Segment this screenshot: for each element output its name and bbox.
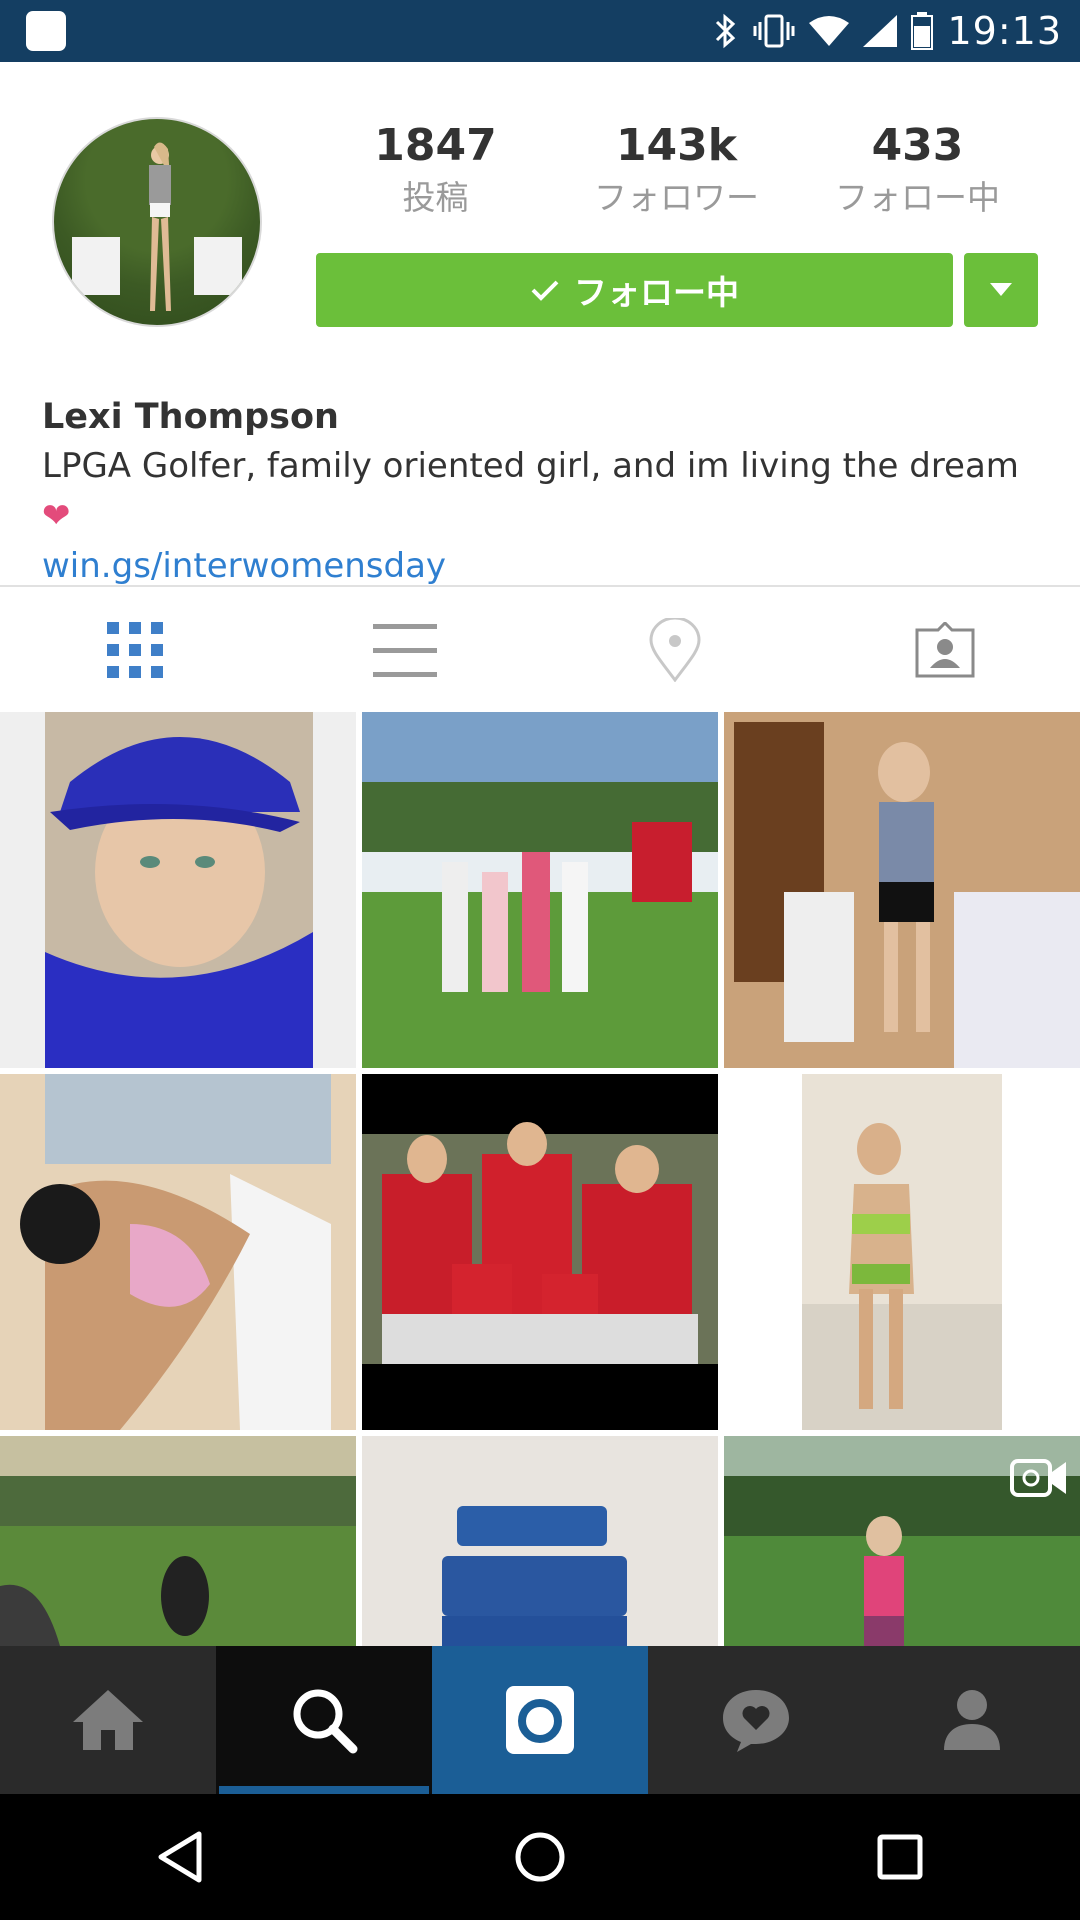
followers-label: フォロワー <box>594 178 759 217</box>
profile-website-link[interactable]: win.gs/interwomensday <box>42 541 1042 591</box>
clock: 19:13 <box>947 9 1062 53</box>
grid-post-2[interactable] <box>362 712 718 1068</box>
nav-profile[interactable] <box>864 1646 1080 1794</box>
camera-icon <box>506 1686 574 1754</box>
profile-avatar[interactable] <box>52 117 262 327</box>
location-pin-icon <box>649 617 701 682</box>
system-recents-button[interactable] <box>720 1794 1080 1920</box>
grid-post-7[interactable] <box>0 1436 356 1646</box>
nav-activity[interactable] <box>648 1646 864 1794</box>
avatar-chair-left <box>72 237 120 295</box>
grid-post-3[interactable] <box>724 712 1080 1068</box>
tab-tagged[interactable] <box>810 587 1080 712</box>
profile-bio: Lexi Thompson LPGA Golfer, family orient… <box>42 395 1042 591</box>
profile-view-tabs <box>0 587 1080 712</box>
video-camera-icon <box>1010 1459 1066 1497</box>
dropdown-arrow-icon <box>990 283 1012 296</box>
post-image-7 <box>0 1436 356 1646</box>
grid-post-4[interactable] <box>0 1074 356 1430</box>
post-image-6 <box>724 1074 1080 1430</box>
list-icon <box>373 623 437 677</box>
system-navigation-bar <box>0 1794 1080 1920</box>
bottom-navigation <box>0 1646 1080 1794</box>
nav-home[interactable] <box>0 1646 216 1794</box>
grid-post-5[interactable] <box>362 1074 718 1430</box>
status-icons: 19:13 <box>713 0 1062 62</box>
profile-name: Lexi Thompson <box>42 397 339 437</box>
home-circle-icon <box>515 1832 565 1882</box>
posts-count: 1847 <box>374 120 497 171</box>
tab-list[interactable] <box>270 587 540 712</box>
search-icon <box>293 1689 358 1754</box>
battery-icon <box>911 12 934 50</box>
followers-count: 143k <box>615 120 738 171</box>
signal-icon <box>863 15 898 47</box>
suggestions-dropdown-button[interactable] <box>964 253 1038 327</box>
tagged-icon <box>915 621 975 677</box>
following-stat[interactable]: 433 フォロー中 <box>797 120 1038 220</box>
status-bar: 19:13 <box>0 0 1080 62</box>
post-image-8 <box>362 1436 718 1646</box>
nav-search[interactable] <box>216 1646 432 1794</box>
avatar-person <box>149 142 171 311</box>
post-image-2 <box>362 712 718 1068</box>
profile-stats: 1847 投稿 143k フォロワー 433 フォロー中 <box>315 120 1038 220</box>
bio-description: LPGA Golfer, family oriented girl, and i… <box>42 446 1019 486</box>
nav-camera[interactable] <box>432 1646 648 1794</box>
posts-label: 投稿 <box>402 178 469 217</box>
post-image-5 <box>362 1074 718 1430</box>
following-label: フォロー中 <box>835 178 1000 217</box>
post-image-3 <box>724 712 1080 1068</box>
post-image-4 <box>0 1074 356 1430</box>
checkmark-icon <box>531 280 559 301</box>
back-icon <box>158 1831 202 1883</box>
posts-stat[interactable]: 1847 投稿 <box>315 120 556 220</box>
bio-text: LPGA Golfer, family oriented girl, and i… <box>42 441 1042 541</box>
system-home-button[interactable] <box>360 1794 720 1920</box>
profile-icon <box>944 1690 1000 1750</box>
grid-post-8[interactable] <box>362 1436 718 1646</box>
following-count: 433 <box>871 120 964 171</box>
activity-heart-icon <box>723 1690 789 1752</box>
heart-emoji: ❤ <box>42 496 71 536</box>
vibrate-icon <box>753 14 795 48</box>
wifi-icon <box>809 16 850 46</box>
system-back-button[interactable] <box>0 1794 360 1920</box>
tab-grid[interactable] <box>0 587 270 712</box>
grid-post-1[interactable] <box>0 712 356 1068</box>
app-notification-icon <box>26 11 66 51</box>
following-button[interactable]: フォロー中 <box>316 253 953 327</box>
bluetooth-icon <box>716 13 736 49</box>
photo-grid <box>0 712 1080 1646</box>
recents-icon <box>877 1834 923 1880</box>
grid-post-9[interactable] <box>724 1436 1080 1646</box>
grid-icon <box>107 621 163 678</box>
home-icon <box>73 1690 143 1750</box>
grid-post-6[interactable] <box>724 1074 1080 1430</box>
followers-stat[interactable]: 143k フォロワー <box>556 120 797 220</box>
following-button-label: フォロー中 <box>574 273 739 312</box>
post-image-1 <box>45 712 313 1068</box>
tab-map[interactable] <box>540 587 810 712</box>
avatar-chair-right <box>194 237 242 295</box>
